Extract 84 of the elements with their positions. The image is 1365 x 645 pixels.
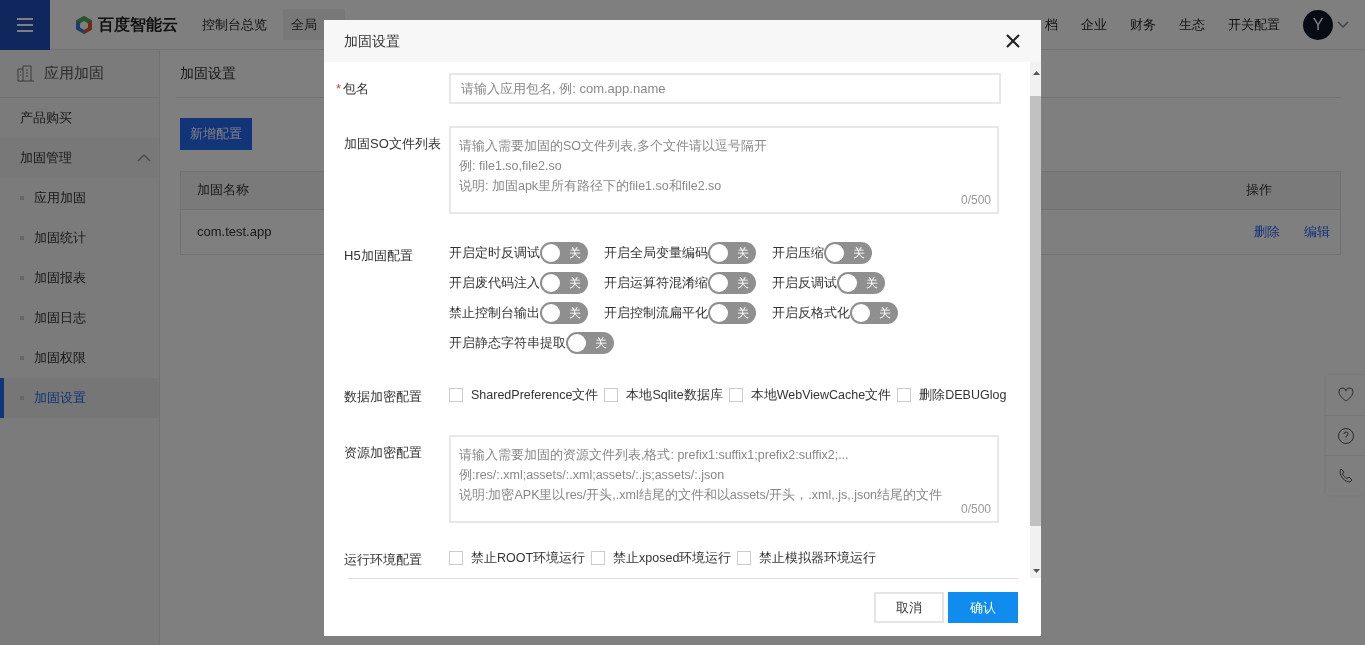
- nav-link[interactable]: 开关配置: [1228, 14, 1280, 35]
- action-link[interactable]: 删除: [1254, 221, 1280, 242]
- switch-label: 禁止控制台输出: [449, 304, 540, 323]
- sidebar-item[interactable]: 产品购买: [0, 98, 159, 138]
- checkbox-label: 禁止模拟器环境运行: [759, 549, 877, 567]
- toggle-switch[interactable]: 关: [540, 302, 588, 324]
- checkbox[interactable]: [737, 550, 752, 565]
- sidebar-item[interactable]: 加固报表: [0, 258, 159, 298]
- nav-link[interactable]: 档: [1045, 14, 1058, 35]
- nav-link[interactable]: 企业: [1081, 14, 1107, 35]
- field-label: 数据加密配置: [344, 388, 422, 406]
- toggle-switch[interactable]: 关: [708, 272, 756, 294]
- character-counter: 0/500: [960, 500, 991, 518]
- close-button[interactable]: [1005, 33, 1021, 49]
- toggle-switch[interactable]: 关: [708, 302, 756, 324]
- checkbox[interactable]: [591, 550, 606, 565]
- add-config-button[interactable]: 新增配置: [180, 118, 252, 150]
- checkbox[interactable]: [728, 388, 743, 403]
- checkbox-label: 本地WebViewCache文件: [750, 387, 892, 404]
- text-input[interactable]: 请输入应用包名, 例: com.app.name: [449, 73, 1001, 104]
- toggle-switch[interactable]: 关: [850, 302, 898, 324]
- checkbox[interactable]: [449, 550, 463, 565]
- sidebar-item[interactable]: 加固日志: [0, 298, 159, 338]
- toggle-switch[interactable]: 关: [824, 242, 872, 264]
- table-cell: com.test.app: [197, 223, 272, 239]
- checkbox-label: 删除DEBUGlog: [919, 387, 1007, 404]
- chevron-down-icon: [1337, 20, 1349, 29]
- switch-label: 开启运算符混淆缩: [604, 274, 708, 293]
- switch-label: 开启控制流扁平化: [604, 304, 708, 323]
- scroll-down-icon[interactable]: [1032, 568, 1041, 574]
- toggle-switch[interactable]: 关: [540, 272, 588, 294]
- sidebar-item[interactable]: 应用加固: [0, 178, 159, 218]
- scrollbar[interactable]: [1030, 62, 1041, 578]
- field-label: 资源加密配置: [344, 443, 422, 462]
- toggle-switch[interactable]: 关: [708, 242, 756, 264]
- column-header: 操作: [1246, 182, 1272, 198]
- sidebar-item[interactable]: 加固统计: [0, 218, 159, 258]
- field-label: H5加固配置: [344, 247, 413, 265]
- toggle-switch[interactable]: 关: [566, 332, 614, 354]
- heart-icon[interactable]: [1336, 386, 1355, 404]
- avatar[interactable]: Y: [1303, 9, 1333, 40]
- menu-button[interactable]: [0, 0, 50, 50]
- field-label: 加固SO文件列表: [344, 135, 441, 153]
- toggle-switch[interactable]: 关: [837, 272, 885, 294]
- sidebar-title: 应用加固: [44, 63, 104, 84]
- checkbox[interactable]: [604, 388, 619, 403]
- switch-label: 开启反格式化: [772, 304, 850, 323]
- building-icon: [16, 64, 36, 83]
- checkbox[interactable]: [449, 388, 463, 403]
- overview-link[interactable]: 控制台总览: [202, 14, 267, 35]
- logo-text: 百度智能云: [98, 14, 178, 35]
- switch-label: 开启全局变量编码: [604, 244, 708, 263]
- nav-link[interactable]: 财务: [1130, 14, 1156, 35]
- action-link[interactable]: 编辑: [1304, 221, 1330, 242]
- switch-label: 开启废代码注入: [449, 274, 540, 293]
- field-label: 包名: [343, 80, 370, 98]
- close-icon: [1005, 33, 1021, 49]
- scroll-up-icon[interactable]: [1032, 70, 1041, 76]
- checkbox-label: 禁止xposed环境运行: [613, 549, 732, 567]
- switch-label: 开启静态字符串提取: [449, 334, 566, 353]
- menu-icon: [15, 15, 35, 34]
- toggle-switch[interactable]: 关: [540, 242, 588, 264]
- nav-link[interactable]: 生态: [1179, 14, 1205, 35]
- checkbox-label: 禁止ROOT环境运行: [471, 549, 586, 567]
- chevron-up-icon: [137, 154, 151, 162]
- character-counter: 0/500: [960, 192, 991, 209]
- switch-label: 开启压缩: [772, 244, 824, 263]
- switch-label: 开启反调试: [772, 274, 837, 293]
- phone-icon[interactable]: [1336, 466, 1355, 485]
- checkbox[interactable]: [897, 388, 912, 403]
- page-title: 加固设置: [179, 64, 236, 83]
- sidebar-item[interactable]: 加固权限: [0, 338, 159, 378]
- sidebar-item[interactable]: 加固设置: [0, 378, 159, 418]
- help-icon[interactable]: [1336, 426, 1355, 445]
- cube-logo-icon: [74, 14, 94, 35]
- dialog-title: 加固设置: [344, 31, 400, 51]
- checkbox-label: 本地Sqlite数据库: [626, 387, 723, 404]
- switch-label: 开启定时反调试: [449, 244, 540, 263]
- field-label: 运行环境配置: [344, 550, 422, 569]
- required-mark: *: [336, 80, 342, 98]
- column-header: 加固名称: [197, 182, 249, 198]
- checkbox-label: SharedPreference文件: [471, 387, 599, 404]
- confirm-button[interactable]: 确认: [948, 592, 1018, 623]
- cancel-button[interactable]: 取消: [874, 592, 944, 623]
